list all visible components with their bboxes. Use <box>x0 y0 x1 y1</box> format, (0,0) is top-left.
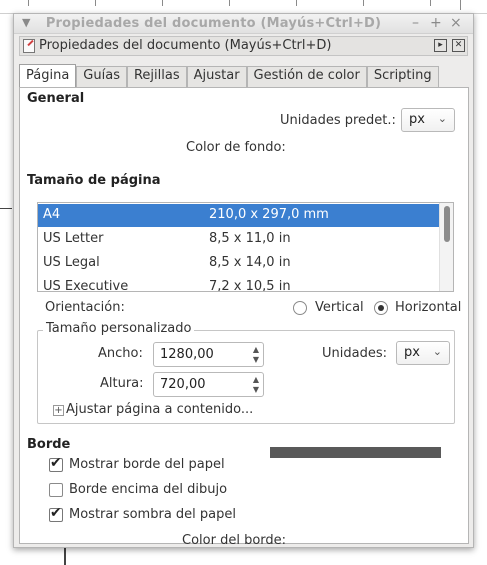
tab-bar: Página Guías Rejillas Ajustar Gestión de… <box>19 64 439 87</box>
default-units-select[interactable]: px ⌄ <box>401 108 455 132</box>
close-icon[interactable]: × <box>450 15 462 31</box>
scrollbar-thumb[interactable] <box>444 206 450 242</box>
expander-plus-icon[interactable]: + <box>53 405 64 416</box>
minimize-icon[interactable]: – <box>412 15 419 31</box>
width-value: 1280,00 <box>160 347 214 362</box>
list-item[interactable]: US Executive 7,2 x 10,5 in <box>38 276 440 291</box>
list-scrollbar[interactable] <box>439 203 453 291</box>
vertical-radio[interactable] <box>293 301 307 315</box>
border-color-swatch[interactable] <box>270 447 441 458</box>
chevron-down-icon: ⌄ <box>437 112 447 125</box>
custom-units-select[interactable]: px ⌄ <box>396 341 450 365</box>
custom-units-value: px <box>404 345 420 360</box>
show-border-label[interactable]: Mostrar borde del papel <box>69 457 225 472</box>
show-shadow-label[interactable]: Mostrar sombra del papel <box>69 507 236 522</box>
spin-up-icon[interactable]: ▲ <box>253 376 259 384</box>
spin-down-icon[interactable]: ▼ <box>253 386 259 394</box>
maximize-icon[interactable]: + <box>430 15 442 31</box>
tab-rejillas[interactable]: Rejillas <box>126 66 187 87</box>
document-properties-icon <box>23 39 35 53</box>
border-on-top-label[interactable]: Borde encima del dibujo <box>69 482 227 497</box>
top-ruler <box>0 0 487 14</box>
window-titlebar[interactable]: ▼ Propiedades del documento (Mayús+Ctrl+… <box>14 14 473 34</box>
tab-ajustar[interactable]: Ajustar <box>186 66 247 87</box>
fit-page-label[interactable]: Ajustar página a contenido... <box>66 402 253 417</box>
default-units-value: px <box>409 112 425 127</box>
list-item[interactable]: A4 210,0 x 297,0 mm <box>38 204 440 227</box>
width-label: Ancho: <box>98 346 143 361</box>
tab-scripting[interactable]: Scripting <box>366 66 439 87</box>
tab-gestion-color[interactable]: Gestión de color <box>246 66 367 87</box>
dock-header: Propiedades del documento (Mayús+Ctrl+D)… <box>19 36 468 56</box>
show-shadow-checkbox[interactable] <box>49 505 63 522</box>
document-properties-window: ▼ Propiedades del documento (Mayús+Ctrl+… <box>13 13 474 548</box>
height-value: 720,00 <box>160 377 206 392</box>
canvas-page-edge <box>0 208 12 209</box>
dock-title: Propiedades del documento (Mayús+Ctrl+D) <box>39 38 332 53</box>
tab-pagina[interactable]: Página <box>19 64 77 87</box>
canvas-page-edge <box>64 546 66 565</box>
dock-pin-icon[interactable]: ▸ <box>434 39 447 52</box>
border-heading: Borde <box>27 437 71 452</box>
show-border-checkbox[interactable] <box>49 455 63 472</box>
custom-size-title: Tamaño personalizado <box>43 321 195 336</box>
horizontal-label[interactable]: Horizontal <box>395 300 461 315</box>
units-label: Unidades: <box>322 346 387 361</box>
spin-down-icon[interactable]: ▼ <box>253 356 259 364</box>
horizontal-radio[interactable] <box>374 301 388 315</box>
spin-up-icon[interactable]: ▲ <box>253 346 259 354</box>
height-spinbox[interactable]: 720,00 ▲ ▼ <box>153 372 264 397</box>
page-size-list[interactable]: A4 210,0 x 297,0 mm US Letter 8,5 x 11,0… <box>37 202 454 292</box>
general-heading: General <box>27 91 85 106</box>
default-units-label: Unidades predet.: <box>280 113 396 128</box>
orientation-label: Orientación: <box>45 300 125 315</box>
border-color-label: Color del borde: <box>182 533 287 548</box>
window-title: Propiedades del documento (Mayús+Ctrl+D) <box>45 16 382 31</box>
height-label: Altura: <box>100 376 144 391</box>
list-item[interactable]: US Letter 8,5 x 11,0 in <box>38 228 440 251</box>
tab-guias[interactable]: Guías <box>76 66 127 87</box>
page-size-heading: Tamaño de página <box>27 173 161 188</box>
width-spinbox[interactable]: 1280,00 ▲ ▼ <box>153 342 264 367</box>
vertical-label[interactable]: Vertical <box>315 300 364 315</box>
border-on-top-checkbox[interactable] <box>49 483 63 497</box>
page-tab-panel: General Unidades predet.: px ⌄ Color de … <box>19 87 469 548</box>
background-color-label: Color de fondo: <box>186 140 286 155</box>
dock-close-icon[interactable]: ✕ <box>452 39 465 52</box>
chevron-down-icon: ⌄ <box>432 345 442 358</box>
list-item[interactable]: US Legal 8,5 x 14,0 in <box>38 252 440 275</box>
